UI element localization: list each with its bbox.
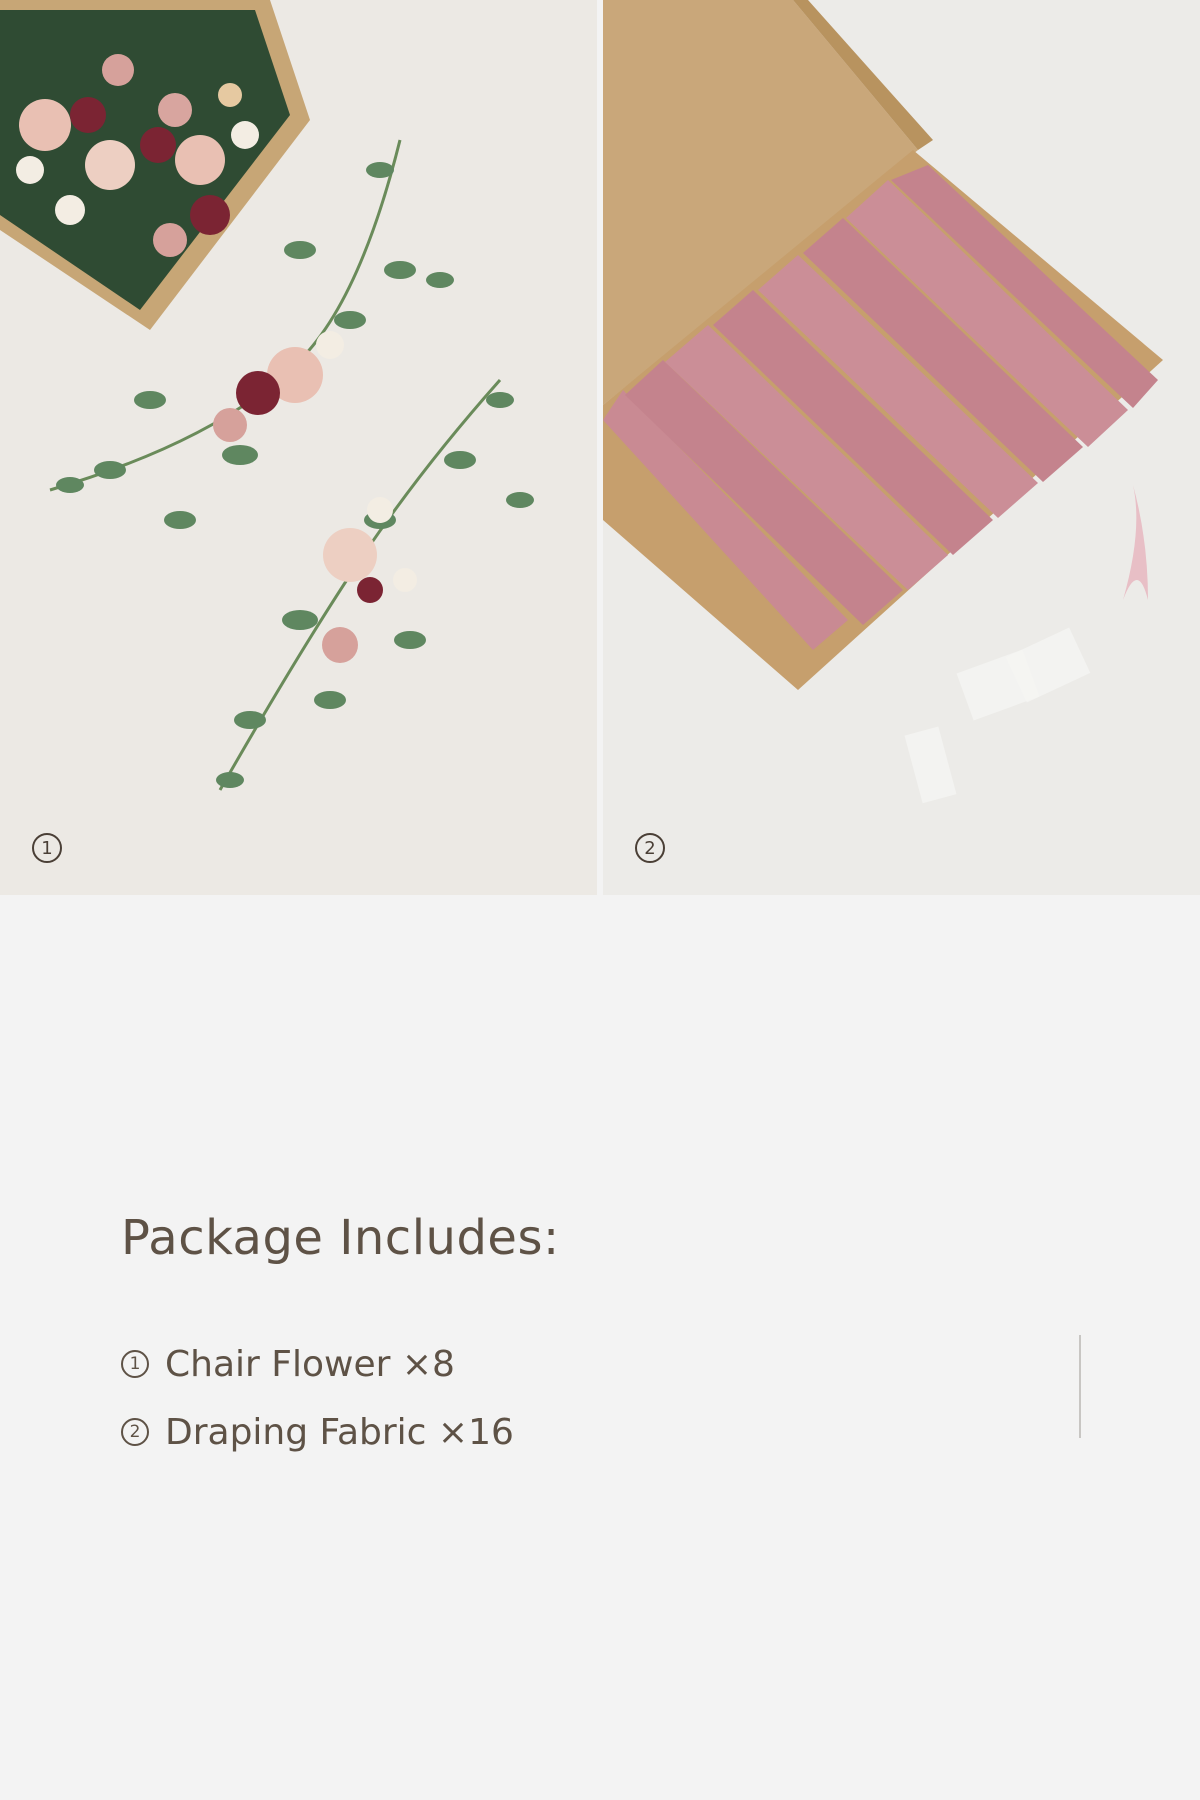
item-number-badge: 2 (121, 1418, 149, 1446)
photo-number-badge: 2 (635, 833, 665, 863)
vertical-divider (1079, 1335, 1081, 1438)
package-title: Package Includes: (121, 1210, 560, 1266)
draping-fabric-photo: 2 (603, 0, 1200, 895)
item-label: Draping Fabric ×16 (165, 1411, 514, 1453)
chair-flower-photo: 1 (0, 0, 597, 895)
package-list: 1 Chair Flower ×8 2 Draping Fabric ×16 (121, 1330, 514, 1466)
list-item: 2 Draping Fabric ×16 (121, 1398, 514, 1466)
list-item: 1 Chair Flower ×8 (121, 1330, 514, 1398)
photo-number-badge: 1 (32, 833, 62, 863)
item-number-badge: 1 (121, 1350, 149, 1378)
item-label: Chair Flower ×8 (165, 1343, 455, 1385)
